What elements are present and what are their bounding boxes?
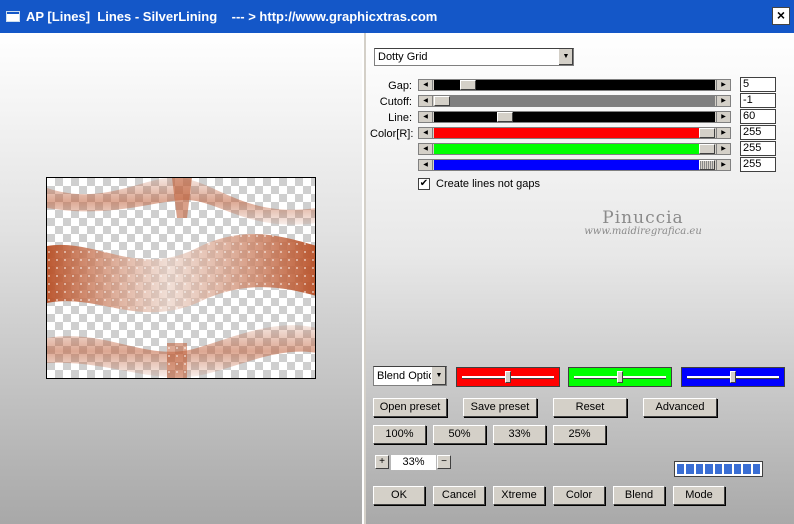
arrow-left-icon[interactable]: ◀ <box>419 80 433 90</box>
arrow-right-icon[interactable]: ▶ <box>716 128 730 138</box>
preview-image <box>46 177 316 379</box>
progress-segment <box>677 464 685 474</box>
open-preset-button[interactable]: Open preset <box>373 398 447 417</box>
watermark: Pinuccia www.maidiregrafica.eu <box>568 208 718 237</box>
arrow-right-icon[interactable]: ▶ <box>716 160 730 170</box>
mode-button[interactable]: Mode <box>673 486 725 505</box>
zoom-100-button[interactable]: 100% <box>373 425 426 444</box>
advanced-button[interactable]: Advanced <box>643 398 717 417</box>
color-r-track[interactable] <box>434 128 715 138</box>
cutoff-slider[interactable]: ◀ ▶ <box>418 95 731 107</box>
color-r-label: Color[R]: <box>370 128 414 140</box>
gap-label: Gap: <box>388 80 412 92</box>
color-b-slider[interactable]: ◀ ▶ <box>418 159 731 171</box>
ok-button[interactable]: OK <box>373 486 425 505</box>
preview-pane <box>0 33 364 524</box>
arrow-right-icon[interactable]: ▶ <box>716 96 730 106</box>
reset-button[interactable]: Reset <box>553 398 627 417</box>
arrow-left-icon[interactable]: ◀ <box>419 160 433 170</box>
watermark-name: Pinuccia <box>602 208 684 228</box>
arrow-left-icon[interactable]: ◀ <box>419 128 433 138</box>
blend-options-dropdown[interactable]: Blend Optio ▼ <box>373 366 447 386</box>
color-button[interactable]: Color <box>553 486 605 505</box>
green-blend-slider[interactable] <box>568 367 672 387</box>
zoom-minus-button[interactable]: − <box>437 455 451 469</box>
line-thumb[interactable] <box>497 112 513 122</box>
create-lines-checkbox[interactable]: ✔ <box>418 178 430 190</box>
zoom-25-button[interactable]: 25% <box>553 425 606 444</box>
progress-segment <box>714 464 723 474</box>
create-lines-label: Create lines not gaps <box>436 178 540 190</box>
zoom-value[interactable]: 33% <box>391 455 436 470</box>
line-label: Line: <box>388 112 412 124</box>
color-g-track[interactable] <box>434 144 715 154</box>
red-blend-knob[interactable] <box>505 371 511 383</box>
arrow-left-icon[interactable]: ◀ <box>419 112 433 122</box>
color-g-value[interactable]: 255 <box>740 141 776 156</box>
window-title: AP [Lines] Lines - SilverLining --- > ht… <box>26 9 438 24</box>
progress-segment <box>733 464 742 474</box>
blend-options-value: Blend Optio <box>377 370 435 382</box>
progress-segment <box>752 464 760 474</box>
progress-segment <box>743 464 751 474</box>
color-r-slider[interactable]: ◀ ▶ <box>418 127 731 139</box>
line-slider[interactable]: ◀ ▶ <box>418 111 731 123</box>
color-b-value[interactable]: 255 <box>740 157 776 172</box>
progress-segment <box>724 464 732 474</box>
zoom-plus-button[interactable]: + <box>375 455 389 469</box>
chevron-down-icon[interactable]: ▼ <box>431 367 446 385</box>
gap-thumb[interactable] <box>460 80 476 90</box>
cancel-button[interactable]: Cancel <box>433 486 485 505</box>
cutoff-track[interactable] <box>434 96 715 106</box>
line-track[interactable] <box>434 112 715 122</box>
progress-segment <box>695 464 704 474</box>
arrow-right-icon[interactable]: ▶ <box>716 144 730 154</box>
cutoff-label: Cutoff: <box>379 96 412 108</box>
color-g-thumb[interactable] <box>699 144 715 154</box>
progress-segment <box>686 464 694 474</box>
cutoff-thumb[interactable] <box>434 96 450 106</box>
zoom-50-button[interactable]: 50% <box>433 425 486 444</box>
gap-value[interactable]: 5 <box>740 77 776 92</box>
watermark-site: www.maidiregrafica.eu <box>584 226 702 237</box>
controls-pane: Dotty Grid ▼ Gap: ◀ ▶ 5 Cutoff: ◀ ▶ -1 L… <box>366 33 794 524</box>
gap-track[interactable] <box>434 80 715 90</box>
arrow-right-icon[interactable]: ▶ <box>716 112 730 122</box>
color-r-thumb[interactable] <box>699 128 715 138</box>
gap-slider[interactable]: ◀ ▶ <box>418 79 731 91</box>
arrow-left-icon[interactable]: ◀ <box>419 144 433 154</box>
color-b-track[interactable] <box>434 160 715 170</box>
cutoff-value[interactable]: -1 <box>740 93 776 108</box>
close-button[interactable]: × <box>772 7 790 25</box>
chevron-down-icon[interactable]: ▼ <box>558 49 573 65</box>
preset-dropdown-value: Dotty Grid <box>378 51 428 63</box>
preset-dropdown[interactable]: Dotty Grid ▼ <box>374 48 574 66</box>
blend-button[interactable]: Blend <box>613 486 665 505</box>
save-preset-button[interactable]: Save preset <box>463 398 537 417</box>
green-blend-knob[interactable] <box>617 371 623 383</box>
red-blend-slider[interactable] <box>456 367 560 387</box>
arrow-left-icon[interactable]: ◀ <box>419 96 433 106</box>
progress-indicator <box>674 461 763 477</box>
title-bar: AP [Lines] Lines - SilverLining --- > ht… <box>0 0 794 33</box>
arrow-right-icon[interactable]: ▶ <box>716 80 730 90</box>
progress-segment <box>705 464 713 474</box>
color-g-slider[interactable]: ◀ ▶ <box>418 143 731 155</box>
preview-lines-graphic <box>47 178 315 378</box>
color-b-thumb[interactable] <box>699 160 715 170</box>
blue-blend-knob[interactable] <box>730 371 736 383</box>
blue-blend-slider[interactable] <box>681 367 785 387</box>
zoom-33-button[interactable]: 33% <box>493 425 546 444</box>
window-icon <box>6 11 20 22</box>
xtreme-button[interactable]: Xtreme <box>493 486 545 505</box>
line-value[interactable]: 60 <box>740 109 776 124</box>
color-r-value[interactable]: 255 <box>740 125 776 140</box>
